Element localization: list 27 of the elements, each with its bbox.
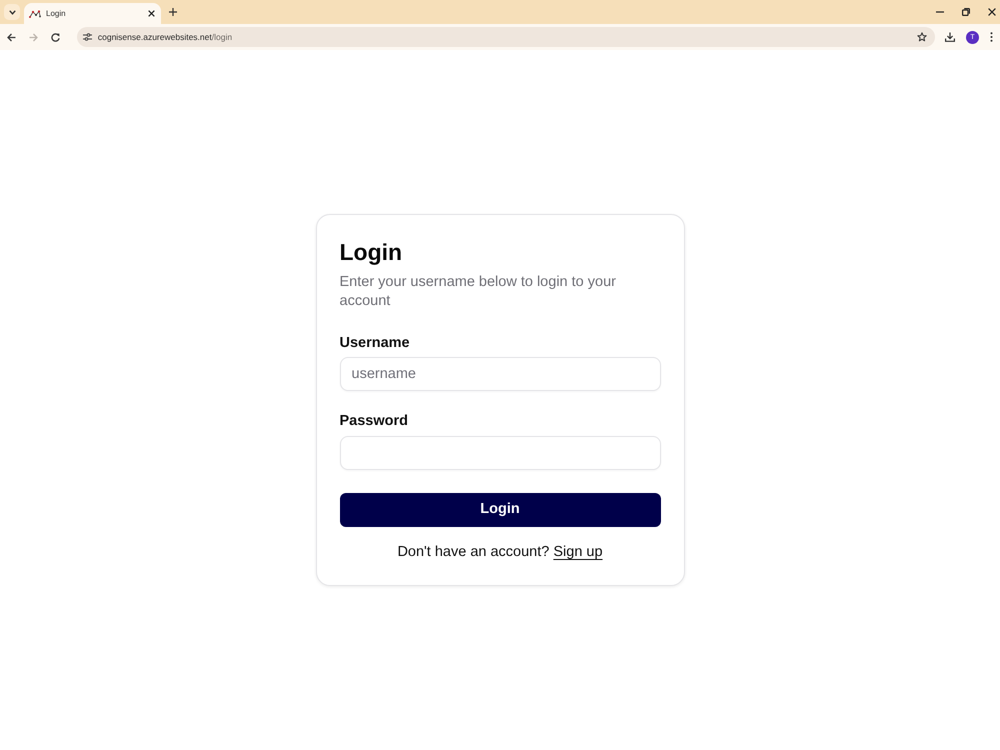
card-description: Enter your username below to login to your account <box>340 273 617 311</box>
tab-list-button[interactable] <box>4 4 20 20</box>
reload-icon[interactable] <box>50 32 60 42</box>
chevron-down-icon <box>8 10 16 14</box>
browser-tab[interactable]: Login <box>24 3 161 24</box>
login-button[interactable]: Login <box>340 493 660 527</box>
plus-icon[interactable] <box>169 8 177 16</box>
close-icon[interactable] <box>148 10 155 17</box>
card-title: Login <box>340 238 404 266</box>
more-menu-icon[interactable] <box>990 32 994 42</box>
signup-prompt: Don't have an account? Sign up <box>396 543 604 562</box>
input-field[interactable] <box>340 436 660 470</box>
close-icon[interactable] <box>988 8 996 16</box>
address-bar[interactable]: cognisense.azurewebsites.net/login <box>76 27 936 47</box>
input-field[interactable]: username <box>340 357 660 391</box>
back-arrow-icon[interactable] <box>7 32 16 42</box>
url-text: cognisense.azurewebsites.net/login <box>98 30 234 44</box>
site-info-icon[interactable] <box>82 33 92 41</box>
field-label: Password <box>340 412 409 431</box>
field-label: Username <box>340 334 411 353</box>
minimize-icon[interactable] <box>936 11 944 13</box>
download-icon[interactable] <box>945 32 956 42</box>
restore-icon[interactable] <box>962 8 970 16</box>
tab-title: Login <box>46 8 67 20</box>
site-logo-icon <box>29 10 41 18</box>
bookmark-star-icon[interactable] <box>917 32 928 42</box>
signup-link[interactable]: Sign up <box>553 544 603 560</box>
